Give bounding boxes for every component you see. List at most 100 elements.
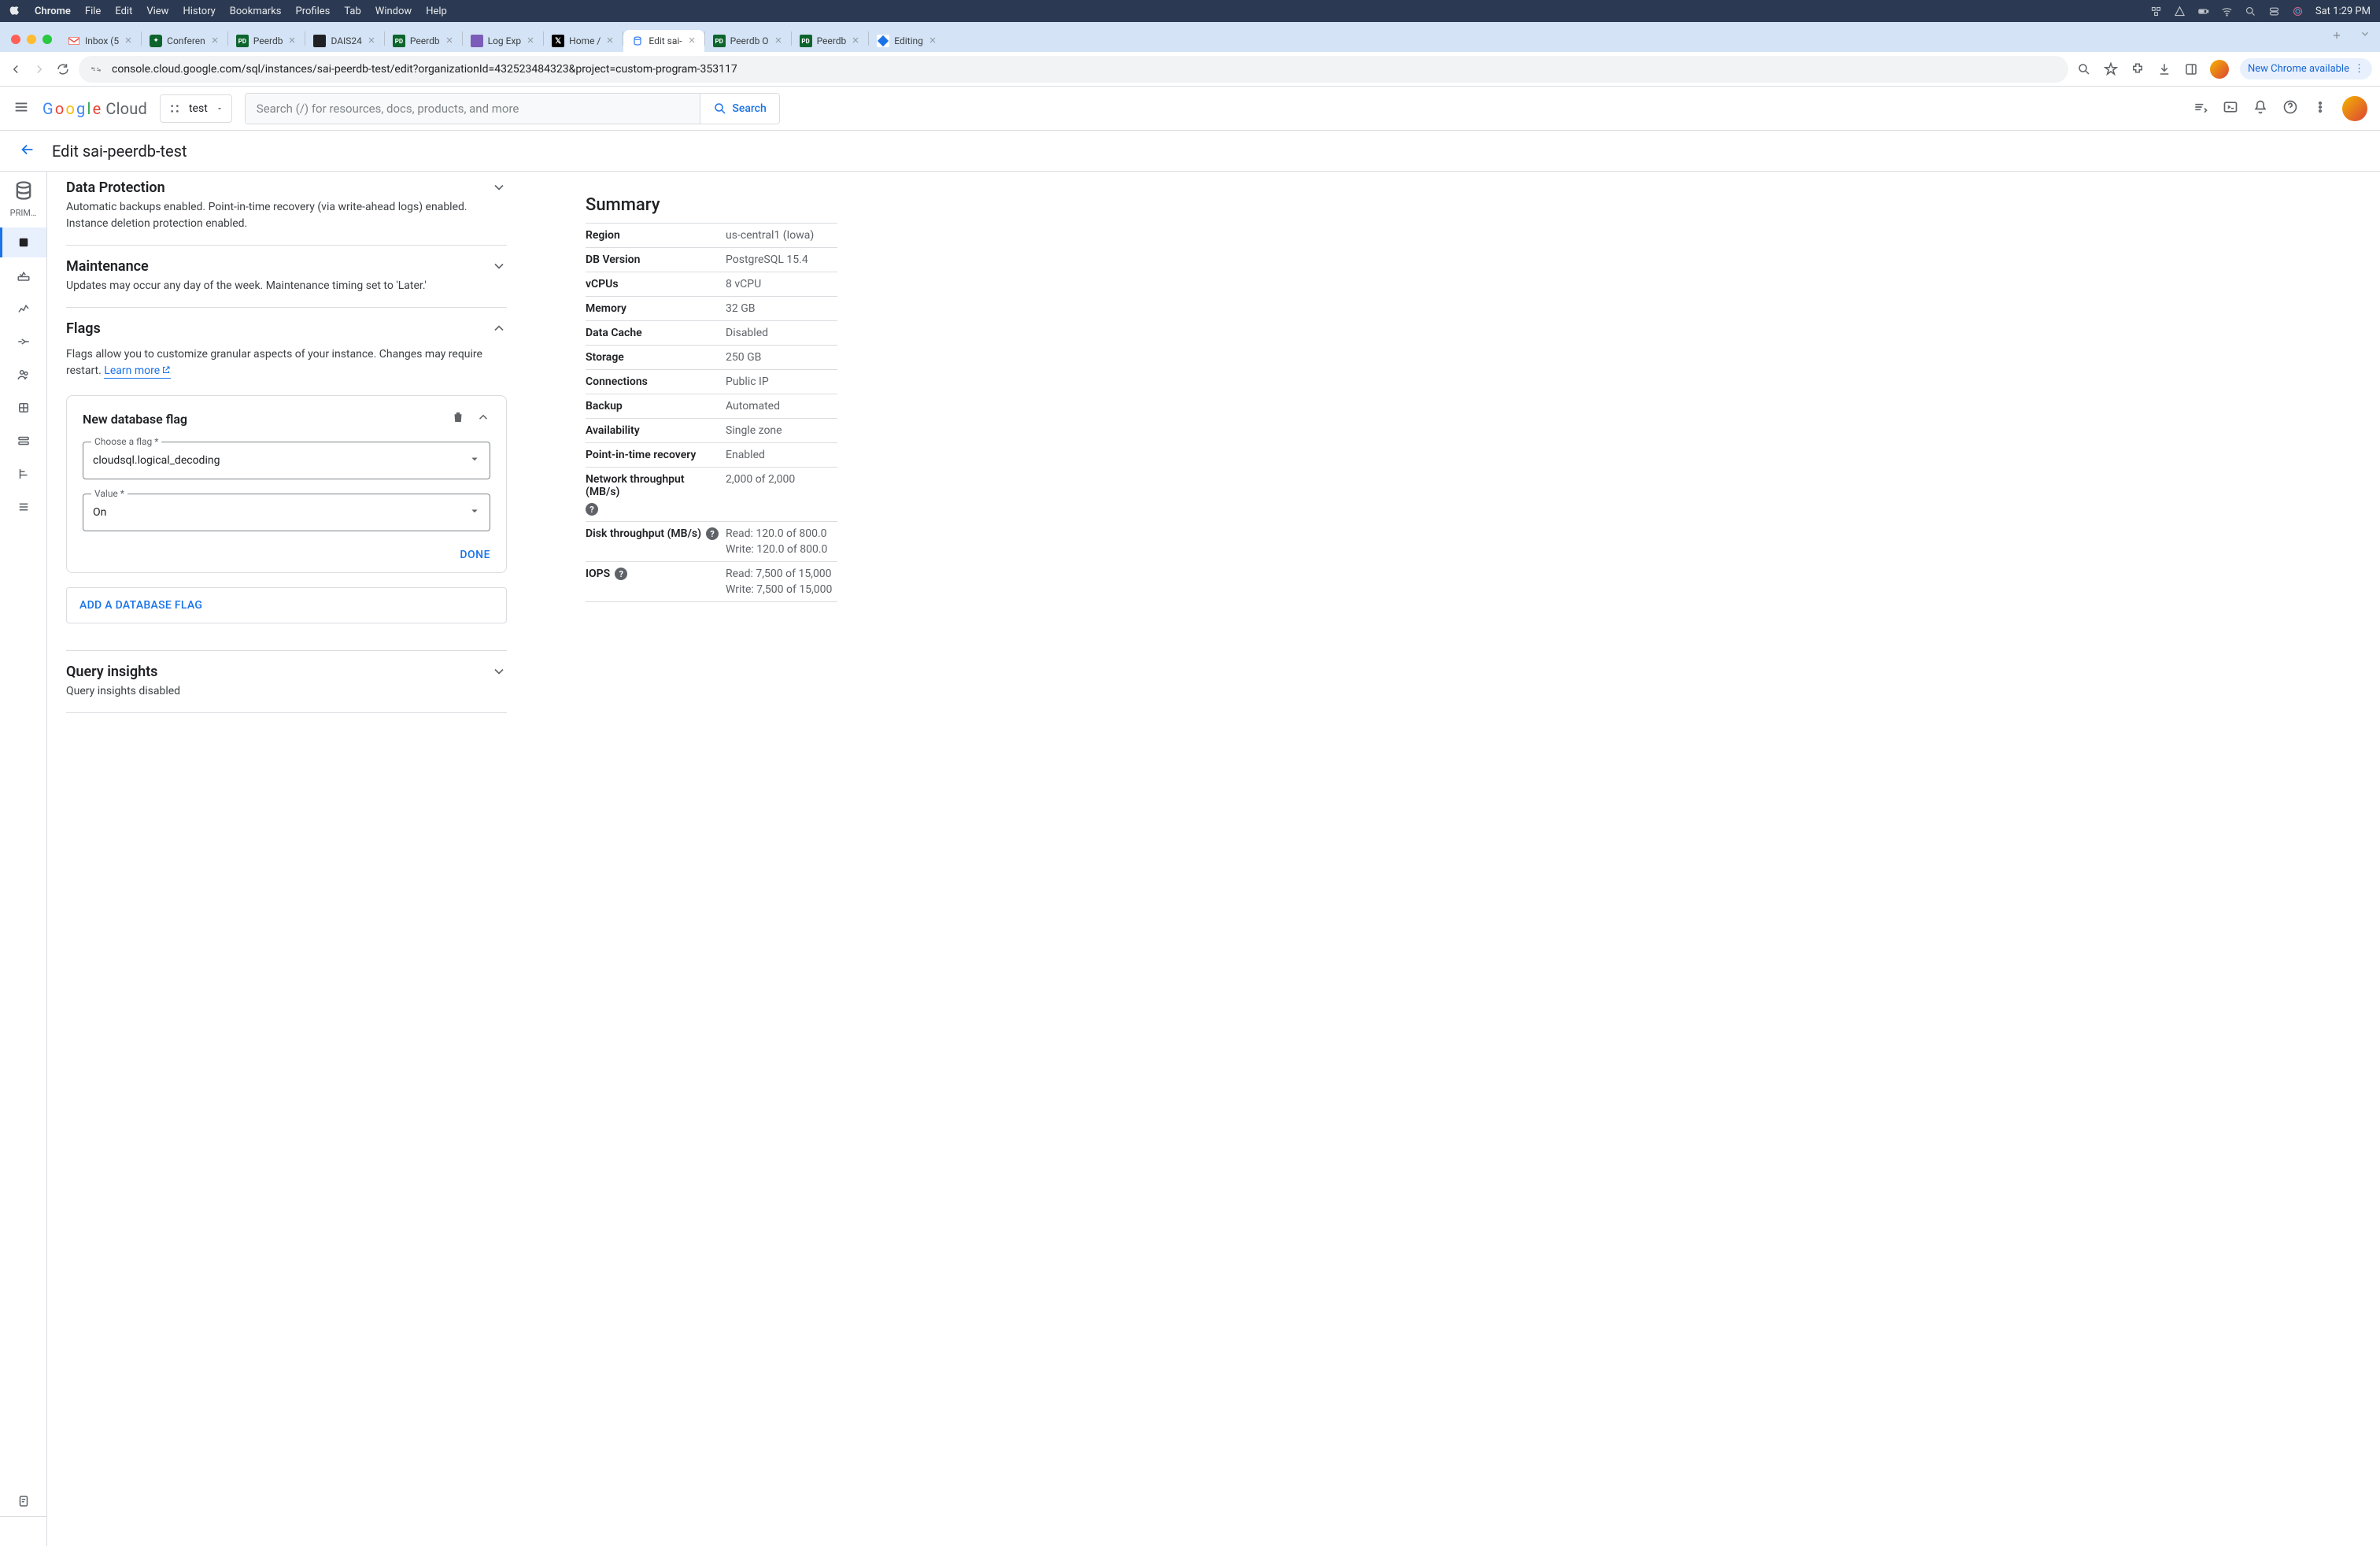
summary-key: Backup [586, 400, 719, 412]
value-field[interactable]: Value * On [83, 494, 490, 531]
browser-tab[interactable]: Edit sai- [623, 30, 704, 52]
tab-close-button[interactable] [851, 35, 862, 46]
card-collapse-button[interactable] [476, 410, 490, 427]
mac-menu-tab[interactable]: Tab [344, 6, 360, 17]
siri-icon[interactable] [2292, 5, 2304, 17]
tab-close-button[interactable] [287, 35, 298, 46]
zoom-icon[interactable] [2076, 61, 2092, 77]
rail-query-insights[interactable] [0, 294, 46, 324]
mac-menu-edit[interactable]: Edit [115, 6, 132, 17]
browser-tab[interactable]: PD Peerdb [385, 30, 462, 52]
maintenance-expand[interactable] [491, 258, 507, 277]
mac-menu-window[interactable]: Window [375, 6, 412, 17]
menubar-icon-1[interactable] [2150, 5, 2163, 17]
project-picker[interactable]: test [160, 94, 232, 123]
reload-button[interactable] [55, 61, 71, 77]
battery-icon[interactable] [2197, 5, 2210, 17]
browser-tab[interactable]: PD Peerdb [228, 30, 305, 52]
mac-app-name[interactable]: Chrome [35, 6, 71, 17]
mac-menu-view[interactable]: View [146, 6, 168, 17]
back-arrow-button[interactable] [19, 141, 36, 161]
rail-operations[interactable] [0, 492, 46, 522]
data-protection-expand[interactable] [491, 179, 507, 198]
sql-service-icon[interactable] [13, 179, 35, 202]
wifi-icon[interactable] [2221, 5, 2234, 17]
mac-clock[interactable]: Sat 1:29 PM [2315, 6, 2371, 17]
browser-tab[interactable]: Inbox (5 [60, 30, 141, 52]
site-settings-icon[interactable] [90, 63, 102, 76]
sidepanel-icon[interactable] [2183, 61, 2199, 77]
tab-close-button[interactable] [605, 35, 616, 46]
tab-close-button[interactable] [774, 35, 785, 46]
help-icon[interactable] [2282, 99, 2298, 118]
gcp-search[interactable]: Search [245, 93, 780, 124]
add-database-flag-button[interactable]: ADD A DATABASE FLAG [66, 587, 507, 623]
help-tooltip-icon[interactable]: ? [586, 503, 598, 516]
minimize-window-button[interactable] [27, 35, 36, 44]
browser-tab[interactable]: ✦ Conferen [142, 30, 227, 52]
mac-menu-help[interactable]: Help [426, 6, 447, 17]
browser-tab[interactable]: 𝕏 Home / [544, 30, 623, 52]
back-button[interactable] [8, 61, 24, 77]
rail-expand-button[interactable] [0, 1516, 46, 1546]
help-tooltip-icon[interactable]: ? [706, 527, 719, 540]
rail-connections[interactable] [0, 327, 46, 357]
mac-menu-history[interactable]: History [183, 6, 215, 17]
query-insights-expand[interactable] [491, 664, 507, 682]
help-tooltip-icon[interactable]: ? [615, 568, 627, 580]
profile-avatar[interactable] [2210, 60, 2229, 79]
search-button[interactable]: Search [700, 94, 778, 124]
mac-menu-profiles[interactable]: Profiles [296, 6, 331, 17]
downloads-icon[interactable] [2156, 61, 2172, 77]
nav-menu-button[interactable] [13, 98, 30, 119]
maximize-window-button[interactable] [42, 35, 52, 44]
rail-monitoring[interactable] [0, 261, 46, 290]
mac-menu-bookmarks[interactable]: Bookmarks [230, 6, 282, 17]
cloud-shell-icon[interactable] [2223, 99, 2238, 118]
browser-tab[interactable]: Editing [869, 30, 945, 52]
gemini-icon[interactable] [2193, 99, 2208, 118]
menubar-icon-2[interactable] [2174, 5, 2186, 17]
close-window-button[interactable] [11, 35, 20, 44]
chrome-menu-icon[interactable]: ⋮ [2354, 63, 2364, 75]
tab-close-button[interactable] [928, 35, 939, 46]
notifications-icon[interactable] [2252, 99, 2268, 118]
tab-close-button[interactable] [445, 35, 456, 46]
google-cloud-logo[interactable]: Google Cloud [42, 99, 147, 118]
tab-dropdown-button[interactable] [2350, 22, 2380, 52]
rail-overview[interactable] [0, 227, 46, 257]
extensions-icon[interactable] [2130, 61, 2145, 77]
browser-tab[interactable]: PD Peerdb [792, 30, 869, 52]
tab-close-button[interactable] [124, 35, 135, 46]
tab-close-button[interactable] [526, 35, 537, 46]
search-input[interactable] [246, 94, 700, 124]
flags-collapse[interactable] [491, 320, 507, 339]
more-icon[interactable] [2312, 99, 2328, 118]
rail-users[interactable] [0, 360, 46, 390]
browser-tab[interactable]: PD Peerdb O [705, 30, 791, 52]
delete-flag-button[interactable] [451, 410, 465, 427]
tab-close-button[interactable] [210, 35, 221, 46]
bookmark-icon[interactable] [2103, 61, 2119, 77]
url-input[interactable] [110, 62, 2057, 76]
rail-replicas[interactable] [0, 459, 46, 489]
new-tab-button[interactable] [2323, 25, 2350, 52]
tab-close-button[interactable] [687, 35, 698, 46]
browser-tab[interactable]: DAIS24 [305, 30, 383, 52]
spotlight-icon[interactable] [2245, 5, 2257, 17]
chrome-update-pill[interactable]: New Chrome available ⋮ [2240, 58, 2372, 80]
browser-tab[interactable]: Log Exp [463, 30, 544, 52]
flags-learn-more-link[interactable]: Learn more [104, 364, 171, 379]
forward-button[interactable] [31, 61, 47, 77]
rail-databases[interactable] [0, 393, 46, 423]
apple-icon[interactable] [9, 4, 20, 18]
rail-backups[interactable] [0, 426, 46, 456]
tab-close-button[interactable] [367, 35, 378, 46]
mac-menu-file[interactable]: File [85, 6, 101, 17]
choose-flag-field[interactable]: Choose a flag * cloudsql.logical_decodin… [83, 442, 490, 479]
done-button[interactable]: DONE [460, 549, 490, 561]
account-avatar[interactable] [2342, 96, 2367, 121]
omnibox[interactable] [79, 56, 2068, 83]
rail-release-notes[interactable] [0, 1486, 46, 1516]
control-center-icon[interactable] [2268, 5, 2281, 17]
